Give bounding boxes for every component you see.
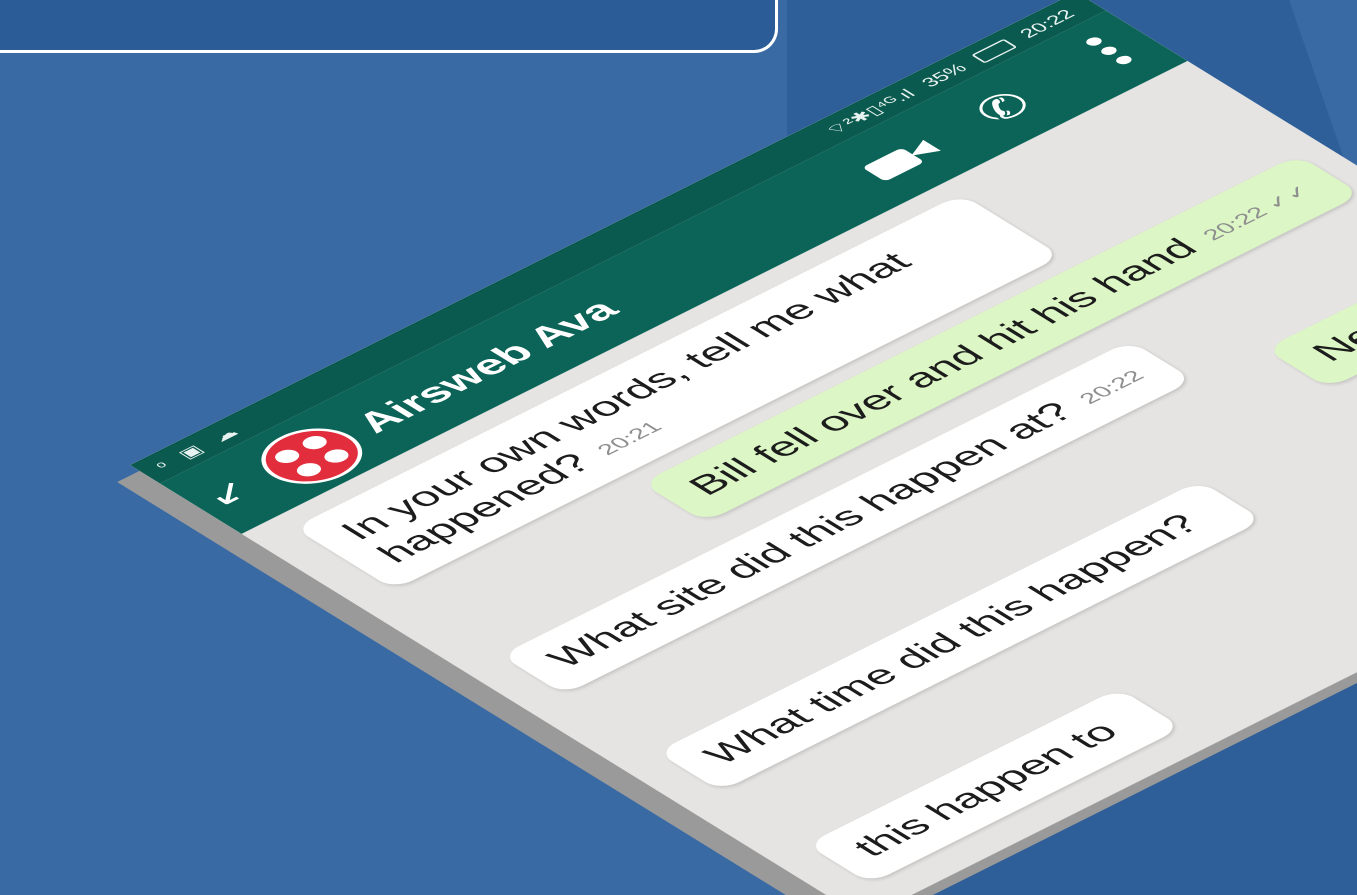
phone-scene: ᵒ ▣ ☁ ⌔²✱▯⁴ᴳ.ıl 35% 20:22 ↙ Airsweb Ava [0, 0, 1357, 895]
avatar-dot [291, 460, 326, 480]
message-time: 20:22 ✓✓ [1196, 181, 1317, 244]
menu-dot [1098, 44, 1120, 57]
phone-call-icon[interactable]: ✆ [962, 79, 1055, 131]
menu-dot [1113, 54, 1135, 66]
avatar-dot [319, 446, 354, 466]
video-call-icon[interactable] [859, 136, 946, 183]
menu-dot [1083, 35, 1105, 48]
message-time: 20:22 [1073, 366, 1150, 408]
phone-mockup: ᵒ ▣ ☁ ⌔²✱▯⁴ᴳ.ıl 35% 20:22 ↙ Airsweb Ava [117, 0, 1357, 895]
message-time [1199, 507, 1219, 520]
message-bubble-incoming: What time did this happen? [656, 480, 1264, 792]
message-text: New Yo [1301, 278, 1357, 367]
message-text: this happen to [843, 715, 1128, 863]
message-bubble-outgoing: New Yo [1264, 250, 1357, 389]
avatar-dot [270, 446, 305, 466]
message-time [1117, 714, 1137, 727]
phone-screen: ᵒ ▣ ☁ ⌔²✱▯⁴ᴳ.ıl 35% 20:22 ↙ Airsweb Ava [130, 0, 1357, 895]
back-arrow-icon[interactable]: ↙ [193, 473, 264, 513]
avatar-dot [297, 433, 332, 452]
more-options-icon[interactable] [1078, 33, 1143, 71]
